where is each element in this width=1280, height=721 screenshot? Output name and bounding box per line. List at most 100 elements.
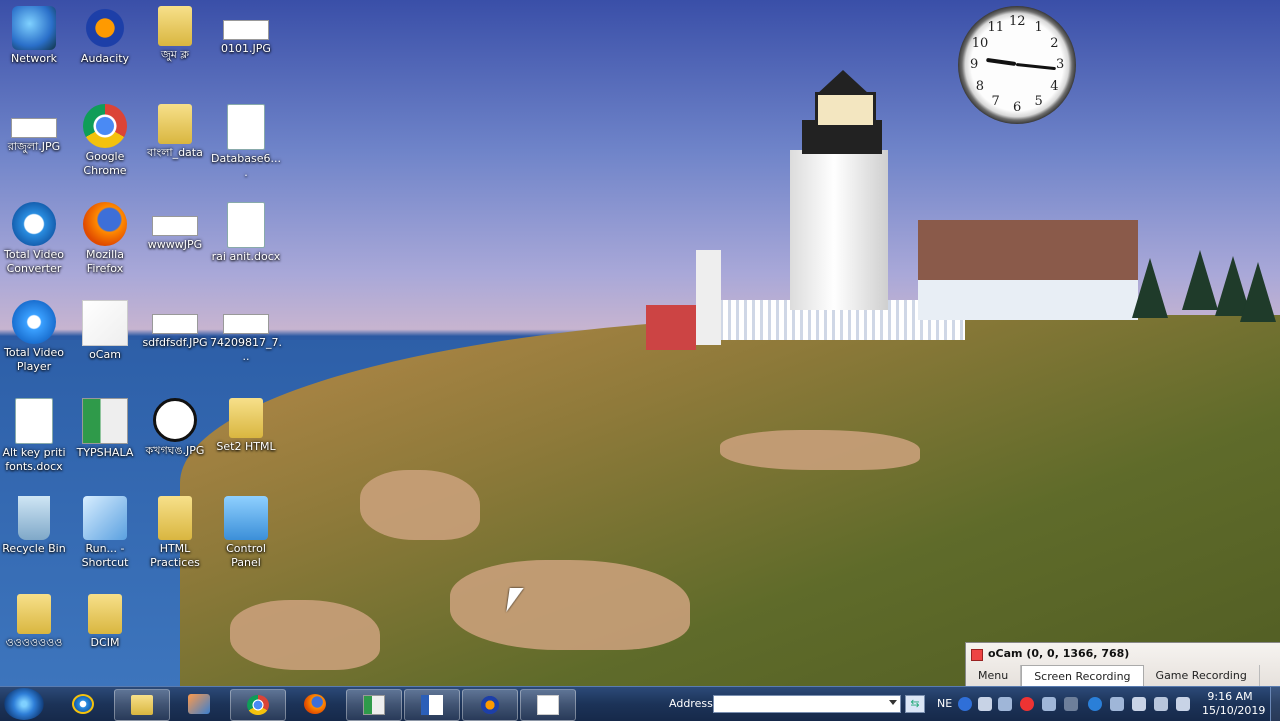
desktop-icon-label: কখগঘঙ.JPG bbox=[145, 444, 205, 457]
desktop[interactable]: Network Audacity জুম ক্ল 0101.JPG রাজুলা.JPG… bbox=[0, 0, 1280, 686]
wallpaper-rock bbox=[450, 560, 690, 650]
desktop-icon[interactable]: Alt key priti fonts.docx bbox=[0, 394, 70, 474]
recycle-bin-icon bbox=[18, 496, 50, 540]
desktop-icon[interactable]: রাজুলা.JPG bbox=[0, 100, 70, 154]
desktop-icon[interactable]: 0101.JPG bbox=[210, 2, 282, 56]
audacity-icon bbox=[479, 695, 501, 715]
taskbar-explorer-button[interactable] bbox=[114, 689, 170, 721]
desktop-icon-label: Recycle Bin bbox=[2, 542, 66, 555]
tray-app-icon[interactable] bbox=[1042, 697, 1056, 711]
desktop-icon[interactable]: Control Panel bbox=[210, 492, 282, 570]
desktop-icon[interactable]: HTML Practices bbox=[139, 492, 211, 570]
desktop-icon[interactable]: Database6.... bbox=[210, 100, 282, 180]
tray-display-icon[interactable] bbox=[998, 697, 1012, 711]
ocam-icon bbox=[971, 649, 983, 661]
internet-explorer-icon bbox=[72, 694, 94, 714]
tray-power-icon[interactable] bbox=[1154, 697, 1168, 711]
ocam-title: oCam (0, 0, 1366, 768) bbox=[988, 647, 1130, 660]
chrome-icon bbox=[83, 104, 127, 148]
clock-number: 10 bbox=[971, 35, 989, 51]
help-icon[interactable] bbox=[958, 697, 972, 711]
tab-menu[interactable]: Menu bbox=[966, 665, 1022, 686]
typshala-icon bbox=[82, 398, 128, 444]
desktop-icon[interactable]: Mozilla Firefox bbox=[69, 198, 141, 276]
desktop-icon-label: TYPSHALA bbox=[76, 446, 134, 459]
firefox-icon bbox=[83, 202, 127, 246]
desktop-icon[interactable]: বাংলা_data bbox=[139, 100, 211, 160]
desktop-icon-label: ওওওওওওও bbox=[5, 636, 63, 649]
control-panel-icon bbox=[224, 496, 268, 540]
desktop-icon[interactable]: Run... - Shortcut bbox=[69, 492, 141, 570]
tray-network-icon[interactable] bbox=[1064, 697, 1078, 711]
folder-icon bbox=[158, 6, 192, 46]
desktop-icon[interactable]: Set2 HTML bbox=[210, 394, 282, 454]
wallpaper-lighthouse-lamp bbox=[815, 92, 876, 128]
desktop-icon[interactable]: Recycle Bin bbox=[0, 492, 70, 556]
desktop-icon[interactable]: sdfdfsdf.JPG bbox=[139, 296, 211, 350]
tray-usb-icon[interactable] bbox=[1110, 697, 1124, 711]
folder-icon bbox=[88, 594, 122, 634]
tab-game-recording[interactable]: Game Recording bbox=[1144, 665, 1260, 686]
wallpaper-roof bbox=[918, 220, 1138, 280]
taskbar-firefox-button[interactable] bbox=[288, 689, 342, 719]
desktop-icon[interactable]: কখগঘঙ.JPG bbox=[139, 394, 211, 458]
jpg-file-icon bbox=[223, 314, 269, 334]
clock-number: 7 bbox=[991, 94, 1000, 110]
desktop-icon[interactable]: TYPSHALA bbox=[69, 394, 141, 460]
tray-flag-icon[interactable] bbox=[1176, 697, 1190, 711]
desktop-icon-label: Total Video Player bbox=[3, 346, 64, 373]
address-dropdown-icon[interactable] bbox=[889, 700, 897, 705]
desktop-icon-label: Database6.... bbox=[211, 152, 281, 179]
tray-arrow-icon[interactable] bbox=[978, 697, 992, 711]
desktop-icon[interactable]: ওওওওওওও bbox=[0, 590, 70, 650]
taskbar-ocam-button[interactable] bbox=[520, 689, 576, 721]
system-clock[interactable]: 9:16 AM 15/10/2019 bbox=[1202, 690, 1266, 718]
address-toolbar-label: Address bbox=[669, 697, 713, 710]
copyright-image-icon bbox=[153, 398, 197, 442]
ocam-icon bbox=[82, 300, 128, 346]
ocam-window[interactable]: oCam (0, 0, 1366, 768) Menu Screen Recor… bbox=[965, 642, 1280, 686]
desktop-icon[interactable]: oCam bbox=[69, 296, 141, 362]
desktop-icon[interactable]: Audacity bbox=[69, 2, 141, 66]
folder-icon bbox=[158, 104, 192, 144]
jpg-file-icon bbox=[11, 118, 57, 138]
tab-screen-recording[interactable]: Screen Recording bbox=[1021, 665, 1144, 686]
start-orb-icon[interactable] bbox=[4, 688, 44, 720]
desktop-icon[interactable]: Network bbox=[0, 2, 70, 66]
desktop-icon[interactable]: Total Video Converter bbox=[0, 198, 70, 276]
ocam-title-bar[interactable]: oCam (0, 0, 1366, 768) bbox=[966, 643, 1280, 665]
show-desktop-button[interactable] bbox=[1270, 687, 1280, 721]
bluetooth-icon[interactable] bbox=[1088, 697, 1102, 711]
clock-gadget[interactable]: 12 1 2 3 4 5 6 7 8 9 10 11 bbox=[958, 6, 1076, 124]
taskbar-typshala-button[interactable] bbox=[346, 689, 402, 721]
record-icon[interactable] bbox=[1020, 697, 1034, 711]
desktop-icon[interactable]: Total Video Player bbox=[0, 296, 70, 374]
desktop-icon-label: oCam bbox=[89, 348, 121, 361]
address-go-icon[interactable]: ⇆ bbox=[905, 695, 925, 713]
taskbar-ie-button[interactable] bbox=[56, 689, 110, 719]
desktop-icon-label: Mozilla Firefox bbox=[86, 248, 124, 275]
taskbar-chrome-button[interactable] bbox=[230, 689, 286, 721]
desktop-icon[interactable]: rai anit.docx bbox=[210, 198, 282, 264]
taskbar-audacity-button[interactable] bbox=[462, 689, 518, 721]
volume-icon[interactable] bbox=[1132, 697, 1146, 711]
taskbar-media-player-button[interactable] bbox=[172, 689, 226, 719]
desktop-icon[interactable]: Google Chrome bbox=[69, 100, 141, 178]
desktop-icon-label: sdfdfsdf.JPG bbox=[142, 336, 208, 349]
media-player-icon bbox=[188, 694, 210, 714]
docx-file-icon bbox=[227, 202, 265, 248]
taskbar-word-button[interactable] bbox=[404, 689, 460, 721]
desktop-icon[interactable]: DCIM bbox=[69, 590, 141, 650]
desktop-icon[interactable]: wwwwJPG bbox=[139, 198, 211, 252]
desktop-icon-label: Run... - Shortcut bbox=[81, 542, 129, 569]
clock-number: 3 bbox=[1056, 57, 1065, 72]
wallpaper-shed bbox=[646, 305, 696, 350]
desktop-icon[interactable]: 74209817_7... bbox=[210, 296, 282, 364]
clock-hour-hand bbox=[986, 57, 1017, 66]
address-input[interactable] bbox=[713, 695, 901, 713]
desktop-icon[interactable]: জুম ক্ল bbox=[139, 2, 211, 62]
language-indicator[interactable]: NE bbox=[937, 687, 952, 721]
desktop-icon-label: Google Chrome bbox=[83, 150, 127, 177]
clock-date: 15/10/2019 bbox=[1202, 704, 1266, 717]
jpg-file-icon bbox=[152, 314, 198, 334]
